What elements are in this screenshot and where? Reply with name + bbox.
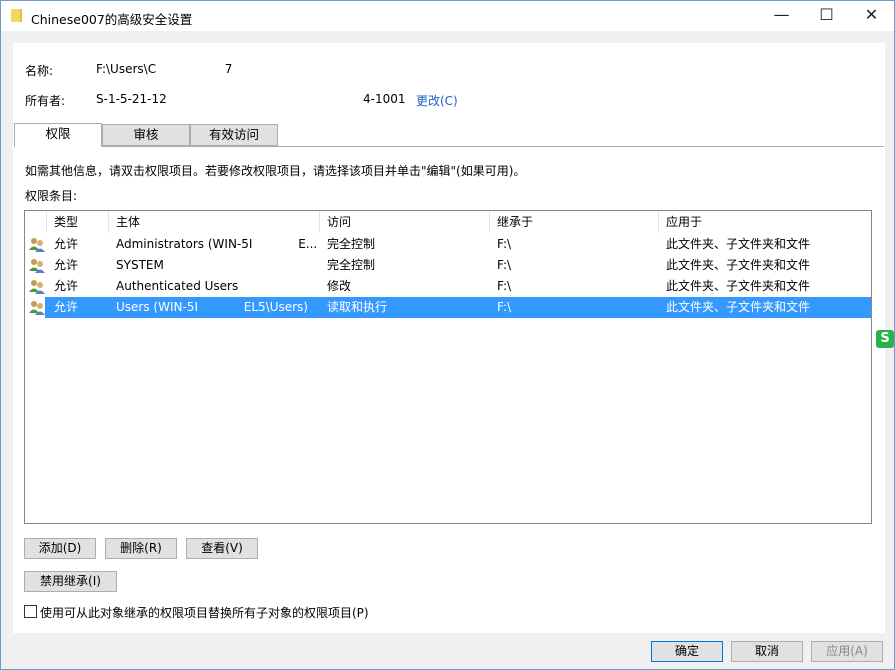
cell-type: 允许	[47, 276, 109, 297]
side-s-icon[interactable]: S	[876, 330, 894, 348]
cell-applies: 此文件夹、子文件夹和文件	[659, 297, 871, 318]
tab-divider	[14, 146, 884, 147]
column-header-principal[interactable]: 主体	[109, 211, 320, 233]
cell-principal: Administrators (WIN-5I E...	[109, 234, 320, 255]
cell-inherited: F:\	[490, 234, 659, 255]
cancel-button[interactable]: 取消	[731, 641, 803, 662]
cell-type: 允许	[47, 255, 109, 276]
permission-entries-table[interactable]: 类型 主体 访问 继承于 应用于 允许Administrators (WIN-5…	[24, 210, 872, 524]
tab-auditing[interactable]: 审核	[102, 124, 190, 146]
title-bar: Chinese007的高级安全设置 — ☐ ✕	[1, 1, 894, 31]
column-header-access[interactable]: 访问	[320, 211, 490, 233]
column-header-icon	[25, 211, 47, 233]
cell-applies: 此文件夹、子文件夹和文件	[659, 255, 871, 276]
cell-access: 修改	[320, 276, 490, 297]
column-header-inherited[interactable]: 继承于	[490, 211, 659, 233]
remove-button[interactable]: 删除(R)	[105, 538, 177, 559]
cell-type: 允许	[47, 297, 109, 318]
tab-effective-access[interactable]: 有效访问	[190, 124, 278, 146]
user-group-icon	[29, 279, 45, 294]
replace-child-permissions-label[interactable]: 使用可从此对象继承的权限项目替换所有子对象的权限项目(P)	[40, 604, 369, 621]
entries-label: 权限条目:	[25, 187, 77, 204]
close-button[interactable]: ✕	[849, 1, 894, 31]
table-row[interactable]: 允许Authenticated Users修改F:\此文件夹、子文件夹和文件	[25, 276, 871, 297]
table-row[interactable]: 允许Administrators (WIN-5I E...完全控制F:\此文件夹…	[25, 234, 871, 255]
user-group-icon	[29, 258, 45, 273]
name-value: F:\Users\C 7	[96, 62, 232, 76]
disable-inheritance-button[interactable]: 禁用继承(I)	[24, 571, 117, 592]
cell-principal: Authenticated Users	[109, 276, 320, 297]
cell-access: 读取和执行	[320, 297, 490, 318]
minimize-button[interactable]: —	[759, 1, 804, 31]
cell-principal: SYSTEM	[109, 255, 320, 276]
cell-applies: 此文件夹、子文件夹和文件	[659, 276, 871, 297]
view-button[interactable]: 查看(V)	[186, 538, 258, 559]
cell-access: 完全控制	[320, 255, 490, 276]
instructions-text: 如需其他信息，请双击权限项目。若要修改权限项目，请选择该项目并单击"编辑"(如果…	[25, 162, 525, 179]
replace-child-permissions-checkbox[interactable]	[24, 605, 37, 618]
user-group-icon	[29, 237, 45, 252]
change-owner-link[interactable]: 更改(C)	[416, 92, 458, 109]
window-title: Chinese007的高级安全设置	[31, 9, 192, 28]
cell-principal: Users (WIN-5I EL5\Users)	[109, 297, 320, 318]
cell-inherited: F:\	[490, 255, 659, 276]
folder-icon	[11, 9, 22, 22]
owner-label: 所有者:	[25, 92, 65, 109]
user-group-icon	[29, 300, 45, 315]
apply-button[interactable]: 应用(A)	[811, 641, 883, 662]
cell-applies: 此文件夹、子文件夹和文件	[659, 234, 871, 255]
cell-inherited: F:\	[490, 276, 659, 297]
owner-value-start: S-1-5-21-12	[96, 92, 167, 106]
table-row[interactable]: 允许SYSTEM完全控制F:\此文件夹、子文件夹和文件	[25, 255, 871, 276]
cell-access: 完全控制	[320, 234, 490, 255]
tab-permissions[interactable]: 权限	[14, 123, 102, 147]
cell-inherited: F:\	[490, 297, 659, 318]
column-header-type[interactable]: 类型	[47, 211, 109, 233]
maximize-button[interactable]: ☐	[804, 1, 849, 31]
name-label: 名称:	[25, 62, 53, 79]
owner-value-end: 4-1001	[363, 92, 406, 106]
add-button[interactable]: 添加(D)	[24, 538, 96, 559]
table-row[interactable]: 允许Users (WIN-5I EL5\Users)读取和执行F:\此文件夹、子…	[45, 297, 871, 318]
ok-button[interactable]: 确定	[651, 641, 723, 662]
column-header-applies[interactable]: 应用于	[659, 211, 871, 233]
cell-type: 允许	[47, 234, 109, 255]
